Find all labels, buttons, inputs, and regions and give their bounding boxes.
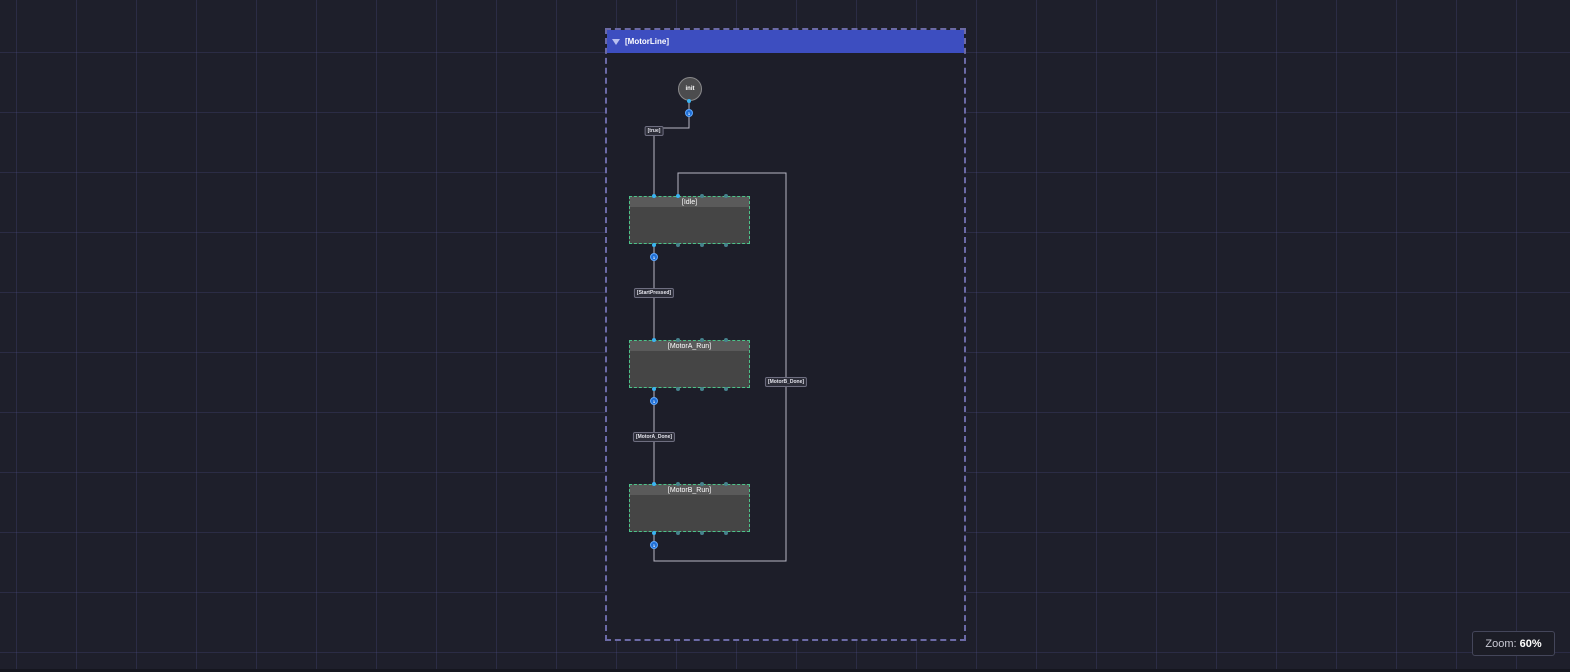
connection-handle[interactable] bbox=[724, 338, 728, 342]
transition-priority-badge[interactable]: 1 bbox=[685, 109, 693, 117]
zoom-indicator: Zoom: 60% bbox=[1472, 631, 1555, 656]
connection-handle[interactable] bbox=[676, 338, 680, 342]
connection-handle[interactable] bbox=[676, 243, 680, 247]
collapse-triangle-icon[interactable] bbox=[612, 38, 620, 45]
connection-handle[interactable] bbox=[652, 387, 656, 391]
connection-handle[interactable] bbox=[700, 194, 704, 198]
group-title: [MotorLine] bbox=[625, 37, 669, 46]
connection-handle[interactable] bbox=[676, 482, 680, 486]
connection-handle[interactable] bbox=[652, 482, 656, 486]
connection-handle[interactable] bbox=[724, 482, 728, 486]
initial-state-label: init bbox=[685, 86, 695, 92]
state-title: [MotorB_Run] bbox=[630, 485, 749, 495]
state-title: [Idle] bbox=[630, 197, 749, 207]
connection-handle[interactable] bbox=[724, 387, 728, 391]
connection-handle[interactable] bbox=[700, 387, 704, 391]
state-group-motorline[interactable]: [MotorLine] bbox=[605, 28, 966, 641]
state-node-motorb-run[interactable]: [MotorB_Run] bbox=[629, 484, 750, 532]
connection-handle[interactable] bbox=[700, 482, 704, 486]
state-node-motora-run[interactable]: [MotorA_Run] bbox=[629, 340, 750, 388]
connection-handle[interactable] bbox=[700, 531, 704, 535]
transition-label[interactable]: [StartPressed] bbox=[633, 288, 675, 298]
group-header[interactable]: [MotorLine] bbox=[607, 30, 964, 53]
transition-priority-badge[interactable]: 1 bbox=[650, 397, 658, 405]
transition-priority-badge[interactable]: 1 bbox=[650, 253, 658, 261]
connection-handle[interactable] bbox=[676, 387, 680, 391]
connection-handle[interactable] bbox=[687, 99, 691, 103]
connection-handle[interactable] bbox=[700, 338, 704, 342]
connection-handle[interactable] bbox=[724, 243, 728, 247]
transition-priority-badge[interactable]: 1 bbox=[650, 541, 658, 549]
transition-label[interactable]: [MotorA_Done] bbox=[632, 432, 676, 442]
connection-handle[interactable] bbox=[676, 531, 680, 535]
connection-handle[interactable] bbox=[724, 531, 728, 535]
connection-handle[interactable] bbox=[652, 194, 656, 198]
diagram-canvas[interactable]: [MotorLine] init [Idle] [MotorA_Run] [Mo… bbox=[0, 0, 1570, 672]
connection-handle[interactable] bbox=[652, 243, 656, 247]
state-title: [MotorA_Run] bbox=[630, 341, 749, 351]
zoom-label: Zoom: bbox=[1485, 637, 1517, 650]
connection-handle[interactable] bbox=[724, 194, 728, 198]
transition-label[interactable]: [true] bbox=[644, 126, 664, 136]
initial-state-node[interactable]: init bbox=[678, 77, 702, 101]
connection-handle[interactable] bbox=[676, 194, 680, 198]
connection-handle[interactable] bbox=[700, 243, 704, 247]
transition-label[interactable]: [MotorB_Done] bbox=[764, 377, 808, 387]
connection-handle[interactable] bbox=[652, 531, 656, 535]
connection-handle[interactable] bbox=[652, 338, 656, 342]
zoom-value: 60% bbox=[1519, 637, 1542, 650]
state-node-idle[interactable]: [Idle] bbox=[629, 196, 750, 244]
